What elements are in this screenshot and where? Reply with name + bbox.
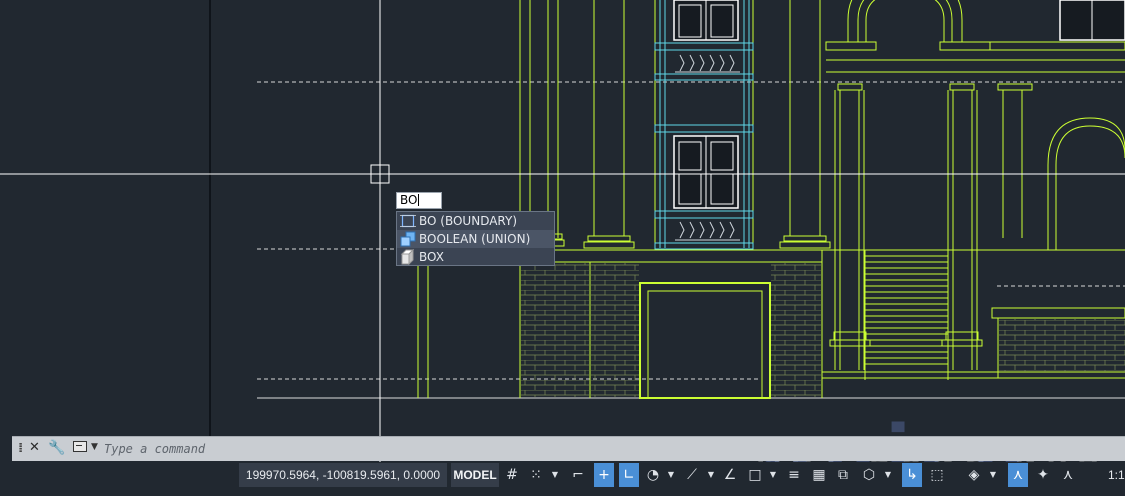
coordinate-display[interactable]: 199970.5964, -100819.5961, 0.0000 xyxy=(239,463,447,487)
text-caret xyxy=(418,194,420,206)
status-bar xyxy=(0,462,1125,491)
3d-osnap-dropdown-icon[interactable]: ▼ xyxy=(883,463,893,487)
autocomplete-item-label: BOOLEAN (UNION) xyxy=(419,232,531,246)
ortho-icon[interactable]: ∟ xyxy=(619,463,639,487)
annotation-scale-label[interactable]: 1:1 / 100 xyxy=(1108,463,1125,487)
model-space-button[interactable]: MODEL xyxy=(451,463,499,487)
command-input[interactable] xyxy=(104,440,1114,458)
close-icon[interactable]: ✕ xyxy=(29,440,40,455)
gizmo-icon[interactable]: ◈ xyxy=(964,463,984,487)
object-snap-icon[interactable]: □ xyxy=(745,463,765,487)
object-snap-tracking-icon[interactable]: ∠ xyxy=(720,463,740,487)
command-line-bar: ⁞⁞ ✕ 🔧 ▼ xyxy=(12,436,1125,461)
transparency-icon[interactable]: ▦ xyxy=(809,463,829,487)
isodraft-dropdown-icon[interactable]: ▼ xyxy=(706,463,716,487)
lineweight-icon[interactable]: ≡ xyxy=(784,463,804,487)
isodraft-icon[interactable]: ⟋ xyxy=(682,463,702,487)
selection-cycling-icon[interactable]: ⧉ xyxy=(833,463,853,487)
selection-filter-icon[interactable]: ⬚ xyxy=(927,463,947,487)
union-icon xyxy=(400,231,416,247)
autocomplete-item-box[interactable]: BOX xyxy=(397,248,554,266)
3d-osnap-icon[interactable]: ⬡ xyxy=(859,463,879,487)
autocomplete-item-boolean-union[interactable]: BOOLEAN (UNION) xyxy=(397,230,554,248)
polar-icon[interactable]: ◔ xyxy=(643,463,663,487)
command-prompt-icon[interactable] xyxy=(73,441,87,452)
annotation-visibility-icon[interactable]: ⋏ xyxy=(1008,463,1028,487)
autocomplete-item-label: BO (BOUNDARY) xyxy=(419,214,518,228)
snap-icon[interactable]: ⁙ xyxy=(526,463,546,487)
drawing-canvas[interactable] xyxy=(0,0,1125,462)
command-autocomplete-list: BO (BOUNDARY) BOOLEAN (UNION) BOX xyxy=(396,211,555,266)
autocomplete-item-label: BOX xyxy=(419,250,444,264)
boundary-icon xyxy=(400,214,416,228)
chevron-down-icon[interactable]: ▼ xyxy=(91,442,98,452)
box-icon xyxy=(400,249,415,265)
dynamic-input-box[interactable]: BO xyxy=(396,192,442,209)
infer-constraints-icon[interactable]: ⌐ xyxy=(568,463,588,487)
grid-icon[interactable]: # xyxy=(502,463,522,487)
dynamic-ucs-icon[interactable]: ↳ xyxy=(902,463,922,487)
annotation-scale-icon[interactable]: ⋏ xyxy=(1058,463,1078,487)
gizmo-dropdown-icon[interactable]: ▼ xyxy=(988,463,998,487)
snap-dropdown-icon[interactable]: ▼ xyxy=(550,463,560,487)
autocomplete-item-boundary[interactable]: BO (BOUNDARY) xyxy=(397,212,554,230)
dynamic-input-text: BO xyxy=(400,193,418,207)
wrench-icon[interactable]: 🔧 xyxy=(48,440,65,456)
auto-scale-icon[interactable]: ✦ xyxy=(1033,463,1053,487)
polar-dropdown-icon[interactable]: ▼ xyxy=(666,463,676,487)
dynamic-input-icon[interactable]: + xyxy=(594,463,614,487)
object-snap-dropdown-icon[interactable]: ▼ xyxy=(768,463,778,487)
grip-handle-icon[interactable]: ⁞⁞ xyxy=(18,441,24,456)
